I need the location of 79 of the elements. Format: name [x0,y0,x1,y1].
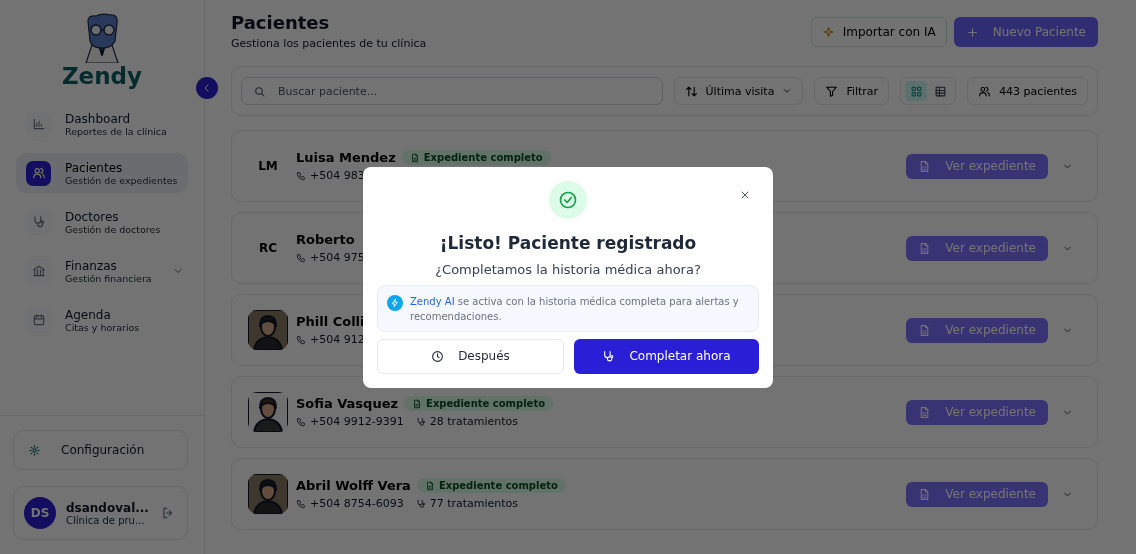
clinic-name: Clínica de pru... [66,514,146,526]
complete-button[interactable]: Completar ahora [574,338,759,374]
stethoscope-icon [415,416,426,427]
record-badge: Expediente completo [401,150,551,165]
users-icon [31,166,46,180]
users-icon [978,84,992,98]
patient-name: Roberto [296,232,355,247]
patient-phone: +504 975 [310,251,365,264]
modal-title: ¡Listo! Paciente registrado [439,232,697,253]
bank-icon [31,264,46,278]
settings-item[interactable]: Configuración [13,430,188,470]
logout-icon [161,506,175,520]
table-icon [933,84,947,98]
check-circle-icon [558,189,578,210]
nav-subtitle: Citas y horarios [65,321,141,333]
stethoscope-icon [31,215,46,229]
sort-dropdown[interactable]: Última visita [673,77,804,105]
lightning-icon [390,297,400,308]
user-name: dsandoval... [66,500,149,515]
nav-item[interactable]: Finanzas Gestión financiera [16,251,188,291]
nav-subtitle: Gestión financiera [65,272,153,284]
nav-title: Pacientes [65,160,124,175]
user-avatar: DS [24,497,56,529]
treatment-count: 28 tratamientos [429,415,519,428]
new-patient-button[interactable]: Nuevo Paciente [953,17,1098,47]
nav-subtitle: Gestión de expedientes [65,174,179,186]
info-text: Zendy AI se activa con la historia médica completa para alertas y recomendaciones. [410,294,740,324]
sparkle-icon [821,25,835,39]
settings-icon [28,443,41,457]
modal-question: ¿Completamos la historia médica ahora? [435,261,701,277]
document-icon [424,480,435,491]
nav-title: Dashboard [65,111,132,126]
patient-name: Abril Wolff Vera [296,478,411,493]
nav-item[interactable]: Dashboard Reportes de la clínica [16,104,188,144]
phone-icon [296,416,306,427]
stethoscope-icon [602,349,616,363]
patient-name: Sofia Vasquez [296,396,399,411]
search-field[interactable]: Buscar paciente... [241,77,663,105]
page-title: Pacientes [231,12,331,34]
nav-title: Agenda [65,307,112,322]
clock-icon [431,349,445,363]
filter-button[interactable]: Filtrar [814,77,890,105]
import-button[interactable]: Importar con IA [810,17,947,47]
phone-icon [296,252,306,263]
chevron-down-icon [782,86,793,96]
nav-item[interactable]: Pacientes Gestión de expedientes [16,153,188,193]
grid-view-button[interactable] [905,81,928,101]
patient-phone: +504 912 [310,333,365,346]
stethoscope-icon [415,498,426,509]
nav-subtitle: Gestión de doctores [65,223,162,235]
document-icon [412,398,423,409]
document-icon [409,152,420,163]
patient-phone: +504 9912-9391 [310,415,404,428]
filter-icon [825,84,839,98]
nav-item[interactable]: Doctores Gestión de doctores [16,202,188,242]
plus-icon [965,25,979,39]
phone-icon [296,170,306,181]
patient-name: Phill Colli [296,314,365,329]
nav-item[interactable]: Agenda Citas y horarios [16,300,188,340]
phone-icon [296,334,306,345]
record-badge: Expediente completo [404,396,554,411]
nav-title: Finanzas [65,258,118,273]
patient-count: 443 pacientes [967,77,1088,105]
nav-title: Doctores [65,209,120,224]
grid-icon [909,84,923,98]
record-badge: Expediente completo [416,478,566,493]
calendar-icon [31,313,46,327]
phone-icon [296,498,306,509]
sort-icon [684,84,698,98]
treatment-count: 77 tratamientos [429,497,519,510]
bar-chart-icon [31,117,46,131]
brand-name: Zendy [61,63,143,89]
mascot-drawing [82,13,122,63]
patient-phone: +504 8754-6093 [310,497,404,510]
nav-subtitle: Reportes de la clínica [65,125,168,137]
patient-name: Luisa Mendez [296,150,396,165]
collapse-button[interactable] [196,77,218,99]
page-subtitle: Gestiona los pacientes de tu clínica [231,37,427,50]
later-button[interactable]: Después [377,338,564,374]
